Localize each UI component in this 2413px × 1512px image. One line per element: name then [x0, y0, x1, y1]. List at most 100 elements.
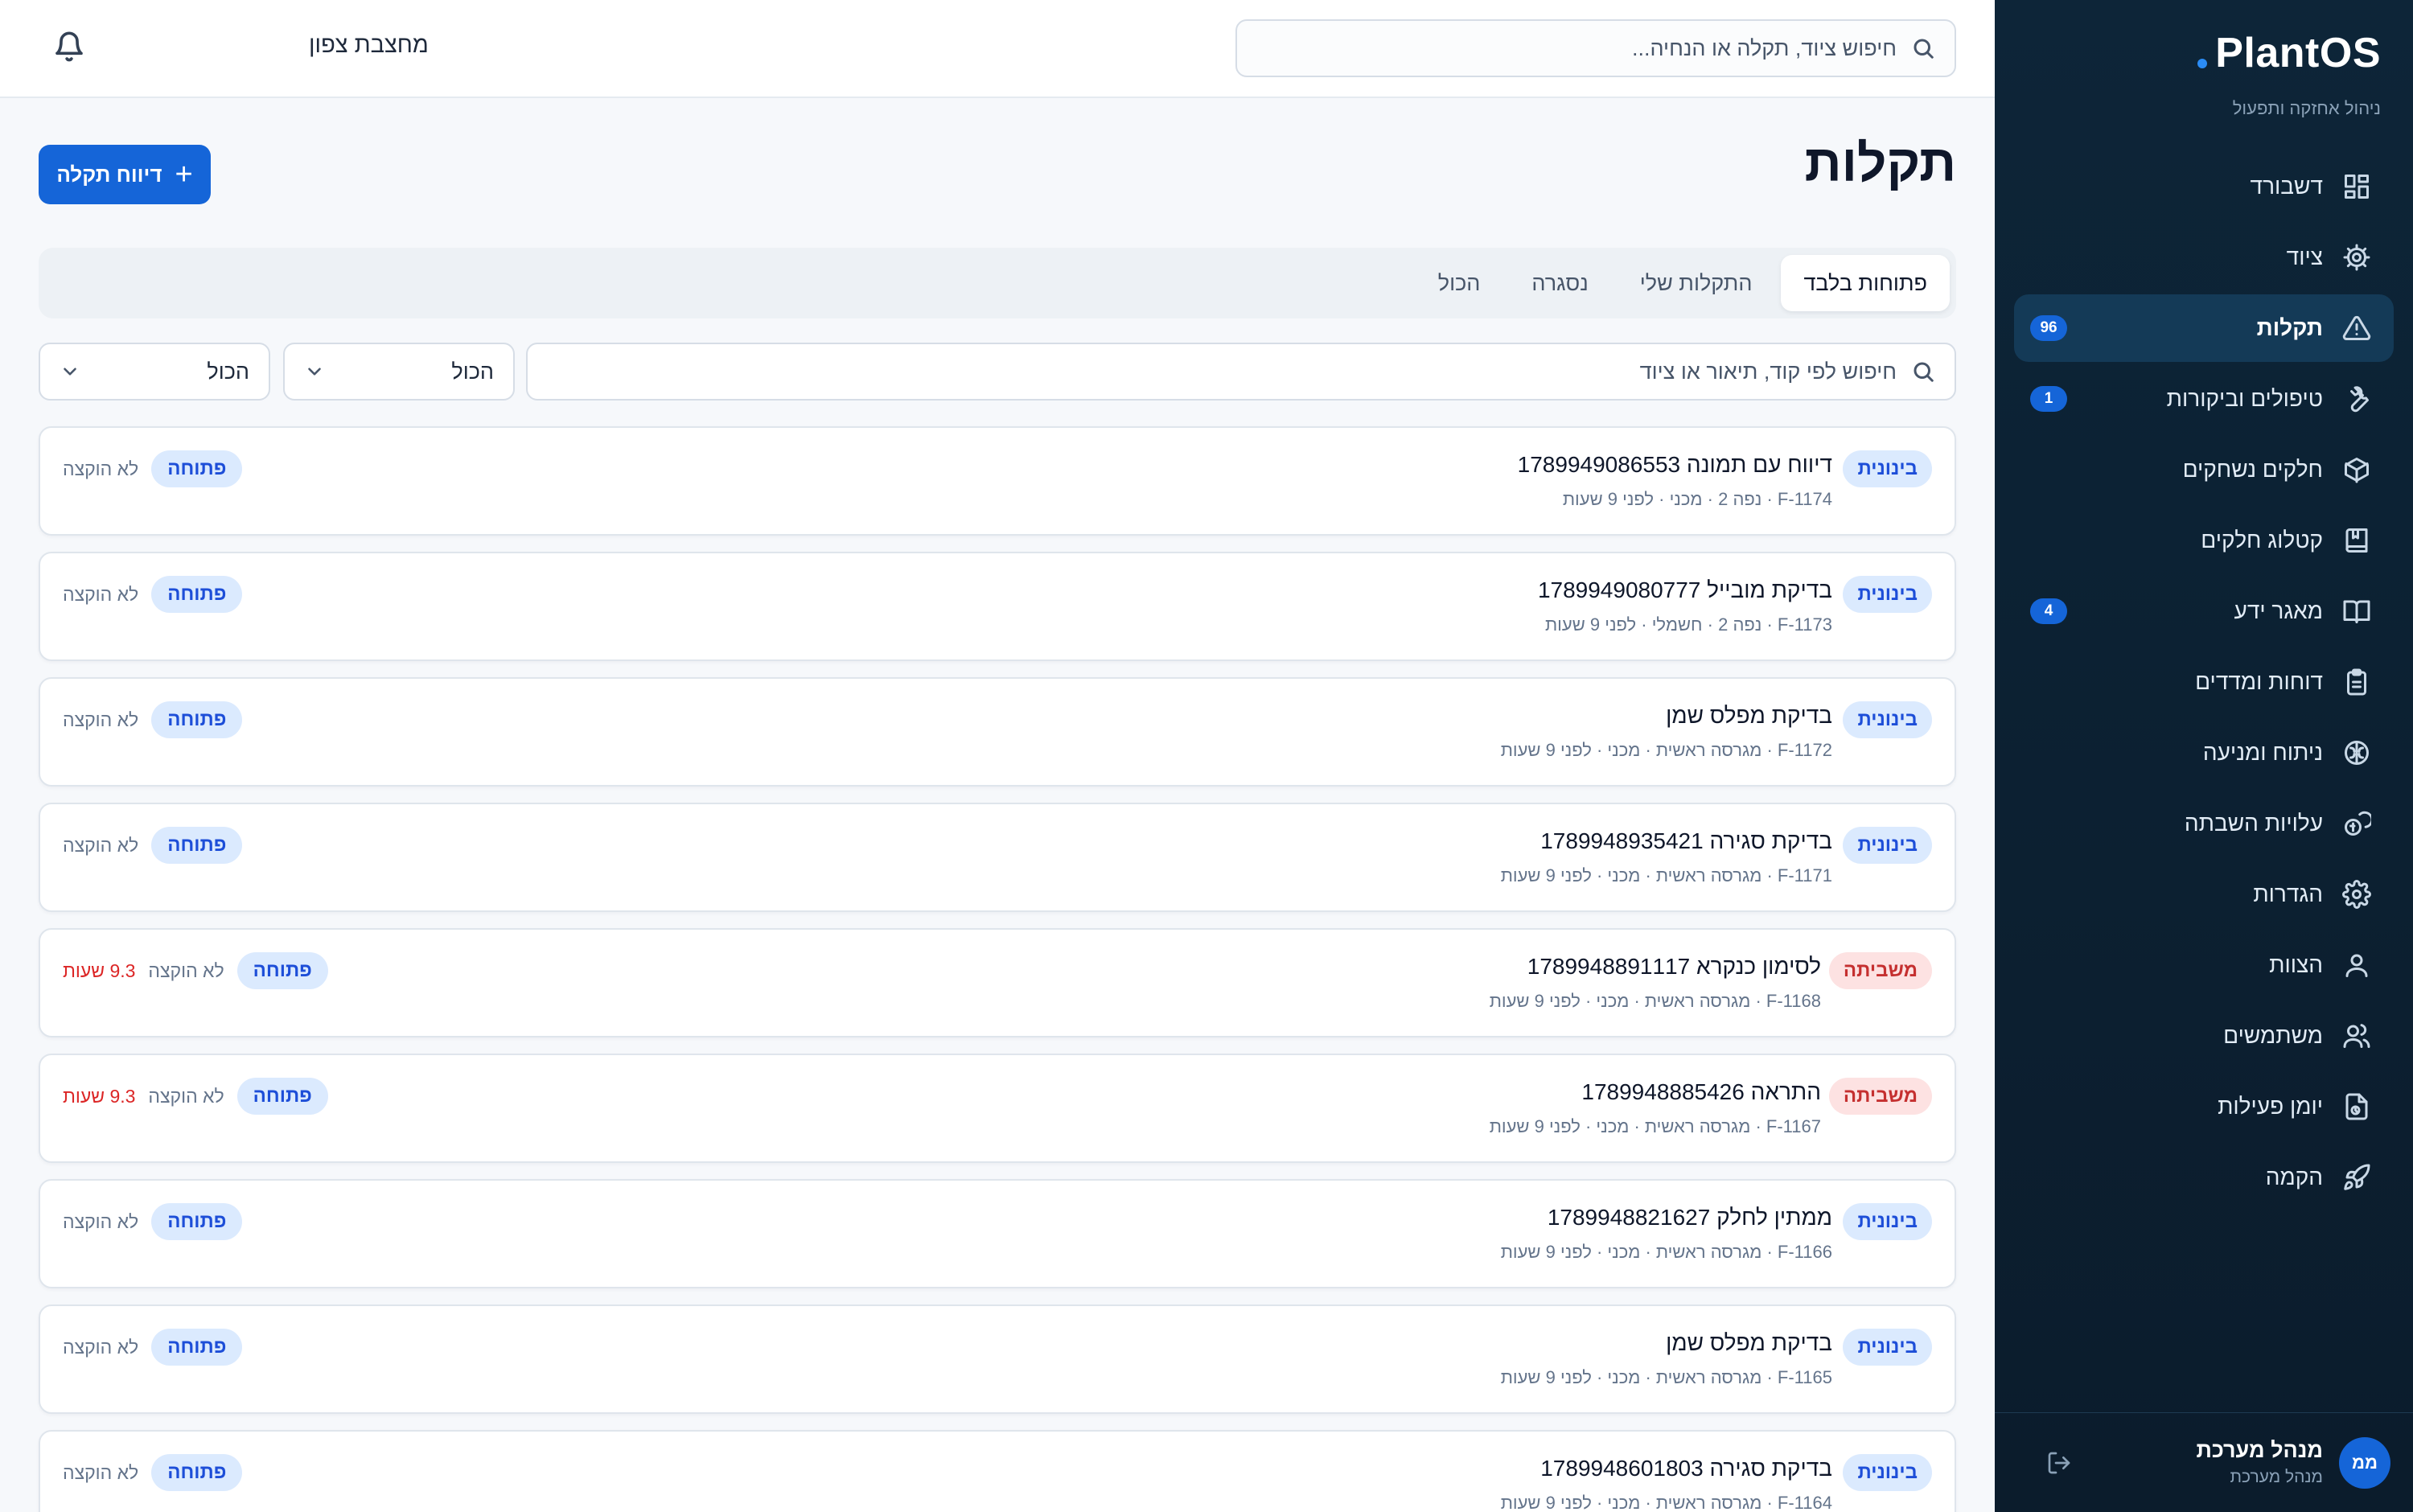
fault-meta: F-1168 · מגרסה ראשית · מכני · לפני 9 שעו…: [1489, 991, 1821, 1011]
user-role: מנהל מערכת: [2230, 1468, 2323, 1486]
status-badge: פתוחה: [151, 1203, 243, 1240]
severity-badge: בינונית: [1843, 576, 1932, 613]
global-search-input[interactable]: [1256, 35, 1897, 61]
status-badge: פתוחה: [236, 1078, 328, 1115]
sidebar-item-wrench[interactable]: טיפולים וביקורות 1: [2014, 365, 2394, 433]
sidebar-nav: דשבורד ציוד תקלות 96 טיפולים וביקורות 1 חלקים …: [2014, 153, 2394, 1214]
sidebar-item-gear[interactable]: ציוד: [2014, 224, 2394, 291]
search-icon: [1914, 39, 1934, 59]
global-search[interactable]: [1235, 19, 1956, 77]
assignee-label: לא הוקצה: [148, 1085, 224, 1107]
sidebar-item-catalog[interactable]: קטלוג חלקים: [2014, 507, 2394, 574]
fault-search[interactable]: [526, 343, 1956, 401]
sidebar-item-box[interactable]: חלקים נשחקים: [2014, 436, 2394, 503]
sidebar-item-brain[interactable]: ניתוח ומניעה: [2014, 719, 2394, 787]
fault-meta: F-1166 · מגרסה ראשית · מכני · לפני 9 שעו…: [1500, 1242, 1832, 1262]
chevron-down-icon: [64, 368, 76, 376]
sidebar-item-label: יומן פעילות: [2218, 1094, 2323, 1119]
status-badge: פתוחה: [151, 1454, 243, 1491]
clipboard-icon: [2341, 666, 2373, 698]
count-badge: 1: [2030, 386, 2067, 412]
tab-3[interactable]: הכול: [1416, 255, 1503, 311]
filter-select-2-value: הכול: [207, 359, 249, 384]
fault-title: בדיקת מובייל 1789949080777: [1537, 577, 1832, 602]
sidebar-item-book[interactable]: מאגר ידע 4: [2014, 577, 2394, 645]
severity-badge: בינונית: [1843, 450, 1932, 487]
fault-status-group: פתוחה לא הוקצה: [63, 701, 243, 738]
sidebar-item-label: הקמה: [2265, 1165, 2323, 1189]
sidebar-item-label: ניתוח ומניעה: [2202, 740, 2323, 765]
sidebar-item-label: הגדרות: [2253, 881, 2323, 906]
status-badge: פתוחה: [151, 450, 243, 487]
report-fault-label: דיווח תקלה: [56, 162, 162, 187]
settings-icon: [2341, 878, 2373, 910]
sidebar-item-settings[interactable]: הגדרות: [2014, 861, 2394, 928]
fault-title: בדיקת מפלס שמן: [1666, 1330, 1832, 1355]
fault-meta: F-1174 · נפה 2 · מכני · לפני 9 שעות: [1562, 489, 1832, 509]
fault-title: בדיקת סגירה 1789948601803: [1540, 1456, 1832, 1481]
sidebar-item-user[interactable]: הצוות: [2014, 931, 2394, 999]
fault-status-group: פתוחה לא הוקצה: [63, 1454, 243, 1491]
filter-select-2[interactable]: הכול: [39, 343, 270, 401]
brand-dot: [2197, 59, 2208, 68]
logout-icon[interactable]: [2041, 1445, 2077, 1481]
count-badge: 96: [2030, 315, 2067, 341]
brand[interactable]: PlantOS: [2197, 29, 2381, 77]
report-fault-button[interactable]: + דיווח תקלה: [39, 145, 211, 204]
dashboard-icon: [2341, 171, 2373, 203]
fault-status-group: פתוחה לא הוקצה: [63, 827, 243, 864]
fault-status-group: פתוחה לא הוקצה 9.3 שעות: [63, 952, 328, 989]
fault-card[interactable]: בינונית בדיקת מפלס שמן F-1165 · מגרסה ראשי…: [39, 1305, 1956, 1414]
sidebar-item-log[interactable]: יומן פעילות: [2014, 1073, 2394, 1140]
severity-badge: בינונית: [1843, 701, 1932, 738]
filter-select-1-value: הכול: [451, 359, 494, 384]
page-title: תקלות: [1804, 134, 1956, 192]
fault-search-input[interactable]: [547, 359, 1897, 384]
fault-title: בדיקת מפלס שמן: [1666, 703, 1832, 728]
assignee-label: לא הוקצה: [63, 709, 139, 730]
avatar[interactable]: ממ: [2339, 1436, 2390, 1489]
fault-title: בדיקת סגירה 1789948935421: [1540, 828, 1832, 853]
topbar: מחצבת צפון: [0, 0, 1995, 98]
brand-subtitle: ניהול אחזקה ותפעול: [2232, 98, 2381, 118]
tab-2[interactable]: נסגרה: [1509, 255, 1610, 311]
sidebar-item-rocket[interactable]: הקמה: [2014, 1144, 2394, 1211]
tab-0[interactable]: פתוחות בלבד: [1781, 255, 1950, 311]
fault-card[interactable]: בינונית ממתין לחלק 1789948821627 F-1166 · …: [39, 1179, 1956, 1288]
severity-badge: בינונית: [1843, 827, 1932, 864]
fault-meta: F-1173 · נפה 2 · חשמלי · לפני 9 שעות: [1544, 614, 1832, 635]
sidebar-item-label: מאגר ידע: [2234, 598, 2323, 623]
fault-meta: F-1165 · מגרסה ראשית · מכני · לפני 9 שעו…: [1500, 1367, 1832, 1387]
sidebar-item-dashboard[interactable]: דשבורד: [2014, 153, 2394, 220]
sidebar-item-clipboard[interactable]: דוחות ומדדים: [2014, 648, 2394, 716]
fault-meta: F-1164 · מגרסה ראשית · מכני · לפני 9 שעו…: [1500, 1493, 1832, 1512]
sidebar-item-users[interactable]: משתמשים: [2014, 1002, 2394, 1070]
fault-card[interactable]: בינונית דיווח עם תמונה 1789949086553 F-117…: [39, 426, 1956, 536]
fault-title: לסימון כנקרא 1789948891117: [1527, 954, 1821, 979]
assignee-label: לא הוקצה: [63, 1210, 139, 1232]
bell-icon[interactable]: [50, 31, 85, 66]
gear-icon: [2341, 241, 2373, 273]
fault-card[interactable]: בינונית בדיקת סגירה 1789948935421 F-1171 ·…: [39, 803, 1956, 912]
fault-card[interactable]: בינונית בדיקת מובייל 1789949080777 F-1173 …: [39, 552, 1956, 661]
sidebar-item-warning[interactable]: תקלות 96: [2014, 294, 2394, 362]
rocket-icon: [2341, 1161, 2373, 1194]
fault-status-group: פתוחה לא הוקצה: [63, 1329, 243, 1366]
tab-1[interactable]: התקלות שלי: [1618, 255, 1775, 311]
book-icon: [2341, 595, 2373, 627]
fault-card[interactable]: בינונית בדיקת מפלס שמן F-1172 · מגרסה ראשי…: [39, 677, 1956, 787]
fault-card[interactable]: משביתה לסימון כנקרא 1789948891117 F-1168 ·…: [39, 928, 1956, 1037]
wrench-icon: [2341, 383, 2373, 415]
severity-badge: בינונית: [1843, 1203, 1932, 1240]
fault-title: התראה 1789948885426: [1581, 1079, 1821, 1104]
log-icon: [2341, 1091, 2373, 1123]
severity-badge: בינונית: [1843, 1329, 1932, 1366]
site-selector[interactable]: מחצבת צפון: [309, 32, 429, 59]
warning-icon: [2341, 312, 2373, 344]
fault-card[interactable]: בינונית בדיקת סגירה 1789948601803 F-1164 ·…: [39, 1430, 1956, 1512]
status-tabs: פתוחות בלבד התקלות שלי נסגרה הכול: [39, 248, 1956, 318]
sidebar-item-coins[interactable]: עלויות השבתה: [2014, 790, 2394, 857]
status-badge: פתוחה: [151, 827, 243, 864]
fault-card[interactable]: משביתה התראה 1789948885426 F-1167 · מגרסה …: [39, 1054, 1956, 1163]
filter-select-1[interactable]: הכול: [283, 343, 515, 401]
